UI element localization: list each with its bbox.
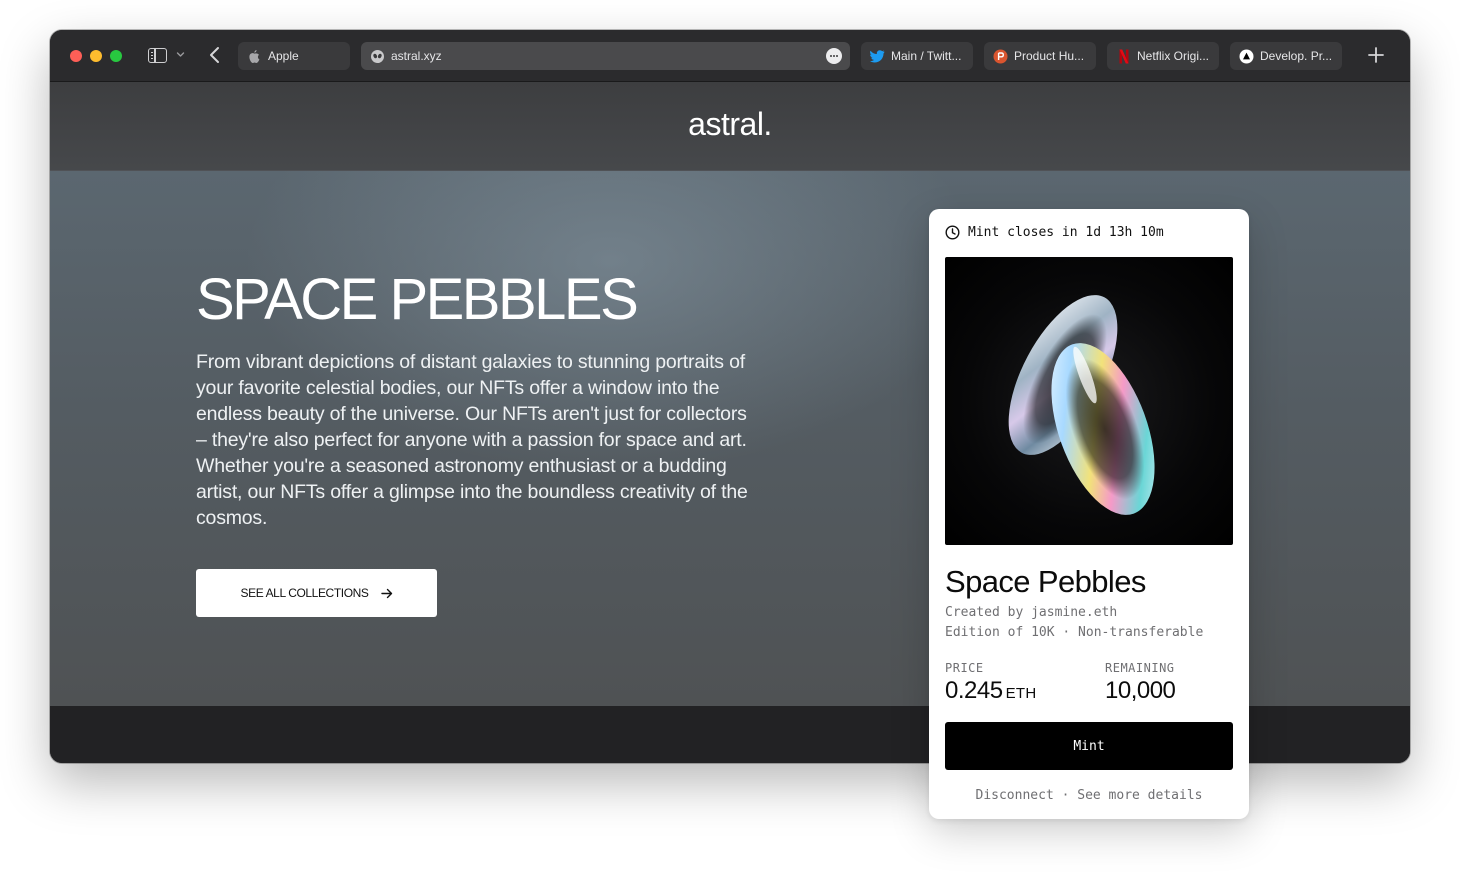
mint-countdown: Mint closes in 1d 13h 10m: [945, 225, 1164, 240]
page-menu-icon[interactable]: [826, 48, 842, 64]
site-header: astral.: [50, 82, 1410, 171]
arrow-right-icon: [380, 588, 393, 599]
close-window-button[interactable]: [70, 50, 82, 62]
countdown-text: Mint closes in 1d 13h 10m: [968, 225, 1164, 240]
tab-apple[interactable]: Apple: [238, 42, 350, 70]
back-arrow-icon[interactable]: [208, 46, 222, 64]
tab-label: Netflix Origi...: [1137, 49, 1210, 63]
tab-label: Develop. Pr...: [1260, 49, 1333, 63]
twitter-icon: [870, 49, 885, 64]
nft-artwork-image: [945, 257, 1233, 545]
tab-netflix[interactable]: Netflix Origi...: [1107, 42, 1219, 70]
cta-label: SEE ALL COLLECTIONS: [240, 586, 369, 600]
edition-label: Edition of 10K · Non-transferable: [945, 625, 1204, 640]
price-amount: 0.245: [945, 677, 1003, 704]
price-label: PRICE: [945, 661, 984, 675]
price-value: 0.245 ETH: [945, 677, 1036, 705]
tab-label: Product Hu...: [1014, 49, 1085, 63]
creator-label: Created by jasmine.eth: [945, 605, 1118, 620]
netflix-icon: [1116, 49, 1131, 64]
vercel-icon: [1239, 49, 1254, 64]
new-tab-plus-icon[interactable]: [1367, 46, 1385, 64]
minimize-window-button[interactable]: [90, 50, 102, 62]
tab-label: Main / Twitt...: [891, 49, 962, 63]
clock-icon: [945, 225, 960, 240]
tab-twitter[interactable]: Main / Twitt...: [861, 42, 973, 70]
chevron-down-icon[interactable]: [176, 50, 185, 59]
tab-develop[interactable]: Develop. Pr...: [1230, 42, 1342, 70]
tab-label: astral.xyz: [391, 49, 442, 63]
sidebar-toggle-icon[interactable]: [148, 48, 167, 63]
remaining-label: REMAINING: [1105, 661, 1175, 675]
hero-title: SPACE PEBBLES: [196, 267, 639, 332]
tab-label: Apple: [268, 49, 299, 63]
mint-card: Mint closes in 1d 13h 10m Space Pebbles …: [929, 209, 1249, 819]
mint-button[interactable]: Mint: [945, 722, 1233, 770]
zoom-window-button[interactable]: [110, 50, 122, 62]
remaining-value: 10,000: [1105, 677, 1176, 704]
see-all-collections-button[interactable]: SEE ALL COLLECTIONS: [196, 569, 437, 617]
browser-toolbar: Apple astral.xyz Main / Twitt... Product…: [50, 30, 1410, 82]
apple-icon: [247, 49, 262, 64]
product-hunt-icon: [993, 49, 1008, 64]
tab-astral[interactable]: astral.xyz: [361, 42, 850, 70]
alien-icon: [370, 49, 385, 64]
price-unit: ETH: [1005, 685, 1037, 702]
card-footer-links[interactable]: Disconnect · See more details: [929, 788, 1249, 803]
tab-product-hunt[interactable]: Product Hu...: [984, 42, 1096, 70]
nft-title: Space Pebbles: [945, 564, 1146, 599]
site-logo[interactable]: astral.: [50, 106, 1410, 143]
hero-description: From vibrant depictions of distant galax…: [196, 351, 748, 529]
